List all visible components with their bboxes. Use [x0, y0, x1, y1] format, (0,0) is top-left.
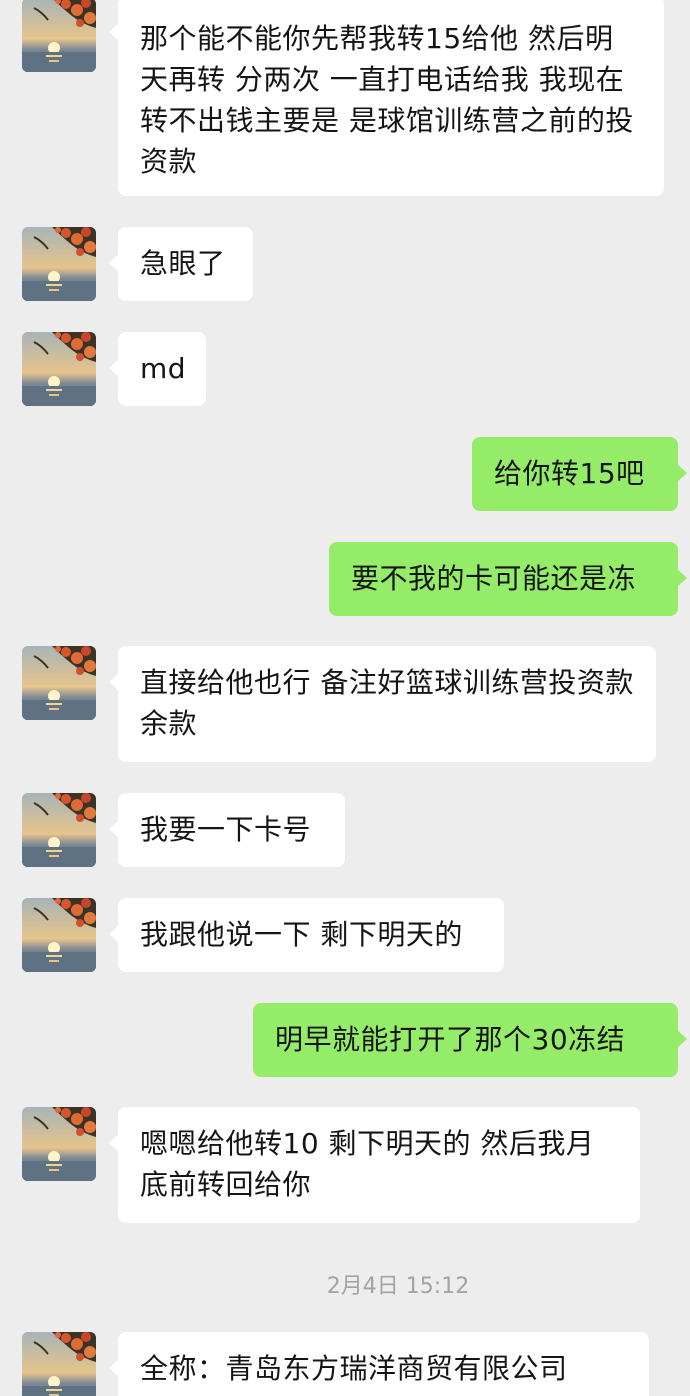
sunset-sea-tree-avatar-icon: [22, 332, 96, 406]
message-text: 我跟他说一下 剩下明天的: [140, 918, 463, 951]
sunset-sea-tree-avatar-icon: [22, 1107, 96, 1181]
message-bubble-incoming[interactable]: 那个能不能你先帮我转15给他 然后明天再转 分两次 一直打电话给我 我现在转不出…: [109, 0, 664, 196]
message-bubble-incoming[interactable]: 全称：青岛东方瑞洋商贸有限公司: [109, 1332, 649, 1396]
message-bubble-incoming[interactable]: 我要一下卡号: [109, 793, 345, 867]
message-text: 直接给他也行 备注好篮球训练营投资款余款: [140, 666, 634, 740]
contact-avatar[interactable]: [22, 332, 96, 406]
message-bubble-outgoing[interactable]: 给你转15吧: [472, 437, 687, 511]
message-text: md: [140, 352, 187, 385]
sunset-sea-tree-avatar-icon: [22, 0, 96, 72]
contact-avatar[interactable]: [22, 1107, 96, 1181]
message-text: 要不我的卡可能还是冻: [351, 562, 637, 595]
message-bubble-outgoing[interactable]: 明早就能打开了那个30冻结: [253, 1003, 687, 1077]
message-bubble-outgoing[interactable]: 要不我的卡可能还是冻: [329, 542, 687, 616]
contact-avatar[interactable]: [22, 0, 96, 72]
message-text: 明早就能打开了那个30冻结: [275, 1023, 626, 1056]
sunset-sea-tree-avatar-icon: [22, 793, 96, 867]
message-text: 那个能不能你先帮我转15给他 然后明天再转 分两次 一直打电话给我 我现在转不出…: [140, 22, 634, 178]
message-bubble-incoming[interactable]: 急眼了: [109, 227, 253, 301]
chat-conversation: 那个能不能你先帮我转15给他 然后明天再转 分两次 一直打电话给我 我现在转不出…: [0, 0, 690, 1396]
message-bubble-incoming[interactable]: 我跟他说一下 剩下明天的: [109, 898, 504, 972]
contact-avatar[interactable]: [22, 793, 96, 867]
sunset-sea-tree-avatar-icon: [22, 1332, 96, 1396]
message-bubble-incoming[interactable]: md: [109, 332, 206, 406]
message-text: 全称：青岛东方瑞洋商贸有限公司: [140, 1352, 568, 1385]
message-bubble-incoming[interactable]: 直接给他也行 备注好篮球训练营投资款余款: [109, 646, 656, 762]
contact-avatar[interactable]: [22, 227, 96, 301]
sunset-sea-tree-avatar-icon: [22, 898, 96, 972]
message-text: 给你转15吧: [494, 457, 645, 490]
message-bubble-incoming[interactable]: 嗯嗯给他转10 剩下明天的 然后我月底前转回给你: [109, 1107, 640, 1223]
message-timestamp: 2月4日 15:12: [326, 1274, 470, 1299]
contact-avatar[interactable]: [22, 898, 96, 972]
message-text: 嗯嗯给他转10 剩下明天的 然后我月底前转回给你: [140, 1127, 595, 1201]
sunset-sea-tree-avatar-icon: [22, 227, 96, 301]
contact-avatar[interactable]: [22, 1332, 96, 1396]
sunset-sea-tree-avatar-icon: [22, 646, 96, 720]
contact-avatar[interactable]: [22, 646, 96, 720]
message-text: 急眼了: [140, 247, 226, 280]
message-text: 我要一下卡号: [140, 813, 312, 846]
